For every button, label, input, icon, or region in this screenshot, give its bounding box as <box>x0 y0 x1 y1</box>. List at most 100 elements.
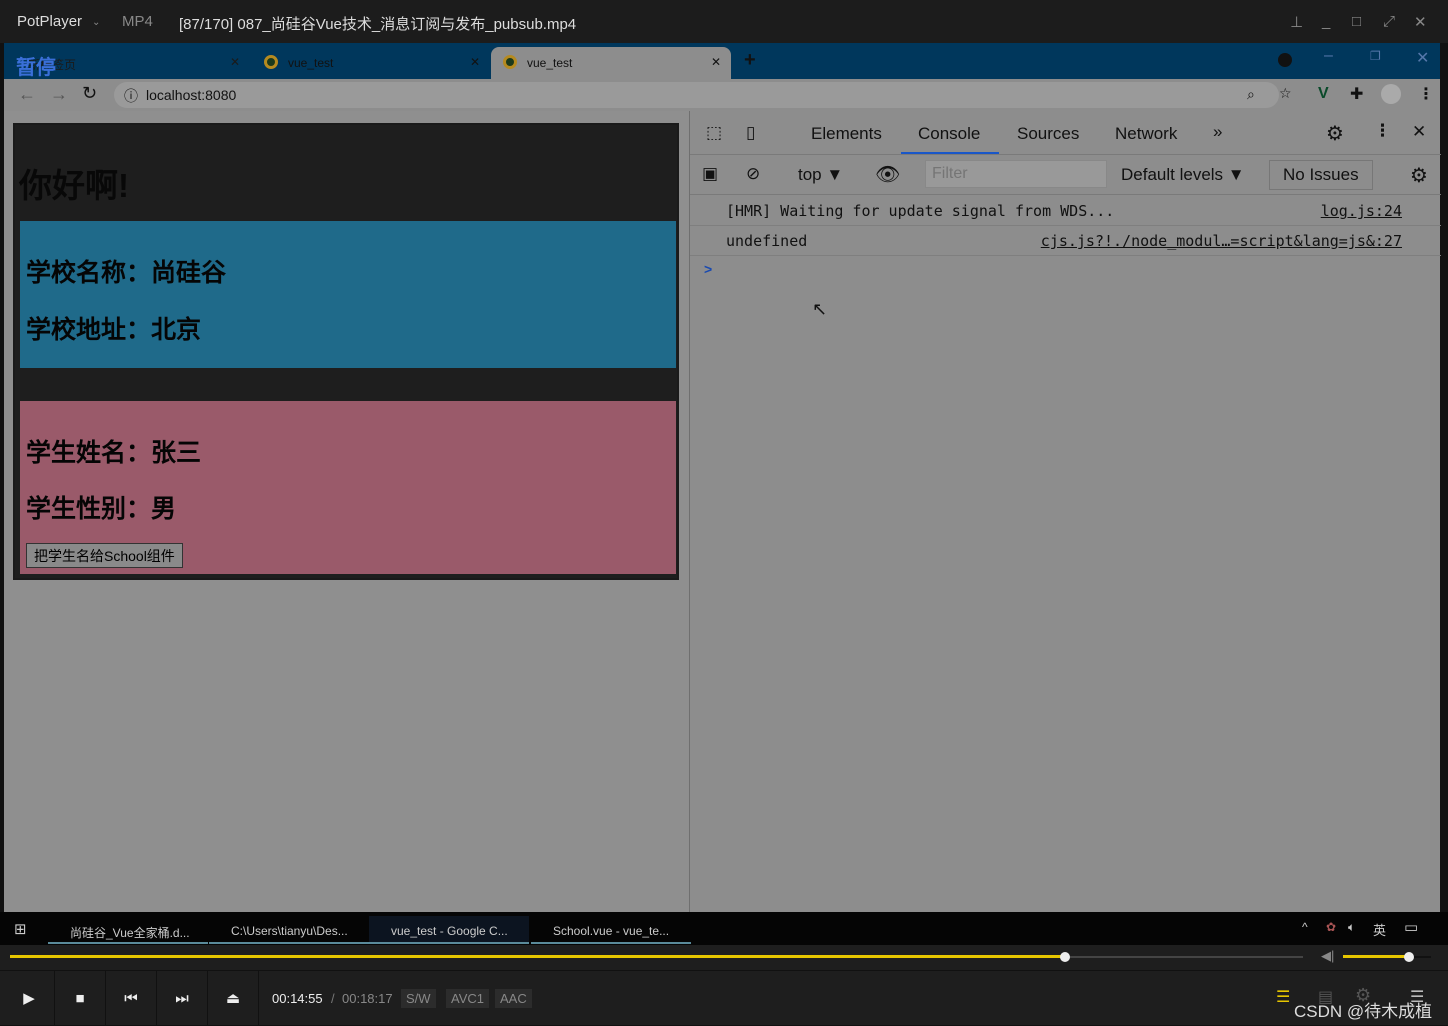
close-devtools-icon[interactable]: ✕ <box>1412 122 1426 142</box>
taskbar-label: vue_test - Google C... <box>391 924 508 938</box>
student-name: 学生姓名：张三 <box>26 439 202 467</box>
tab-vue-test-active[interactable]: vue_test ✕ <box>491 47 731 79</box>
console-prompt[interactable]: > <box>704 261 712 277</box>
notification-icon[interactable]: ▭ <box>1404 918 1418 936</box>
url-input[interactable]: ⓘ localhost:8080 ⌕ ☆ <box>114 82 1292 108</box>
student-gender: 学生性别：男 <box>26 495 177 523</box>
taskbar-item-vscode[interactable]: School.vue - vue_te... <box>531 916 691 944</box>
close-icon[interactable]: ✕ <box>470 55 480 69</box>
volume-tray-icon[interactable]: 🔈︎ <box>1348 920 1355 935</box>
console-log-row: undefined cjs.js?!./node_modul…=script&l… <box>690 226 1441 256</box>
seek-handle[interactable] <box>1060 952 1071 962</box>
tab-console[interactable]: Console <box>918 124 980 144</box>
page-heading: 你好啊! <box>19 167 129 204</box>
watermark: CSDN @待木成植 <box>1294 1002 1433 1021</box>
restore-icon[interactable]: ❐ <box>1370 49 1381 63</box>
sidebar-toggle-icon[interactable]: ▣ <box>702 164 718 184</box>
taskbar-item-word[interactable]: 尚硅谷_Vue全家桶.d... <box>48 916 208 944</box>
taskbar-item-chrome[interactable]: vue_test - Google C... <box>369 916 529 944</box>
send-student-name-button[interactable]: 把学生名给School组件 <box>26 543 183 568</box>
maximize-icon[interactable]: □ <box>1352 13 1361 30</box>
log-source-link[interactable]: cjs.js?!./node_modul…=script&lang=js&:27 <box>1041 232 1402 250</box>
taskbar-label: C:\Users\tianyu\Des... <box>231 924 348 938</box>
context-value: top <box>798 165 822 184</box>
current-time: 00:14:55 <box>272 991 323 1006</box>
volume-icon[interactable]: ◀| <box>1321 948 1334 964</box>
console-settings-icon[interactable]: ⚙ <box>1410 163 1428 188</box>
volume-handle[interactable] <box>1404 952 1414 962</box>
player-app-menu[interactable]: PotPlayer <box>17 13 82 30</box>
console-toolbar: ▣ ⊘ top ▼ 👁 Default levels ▼ No Issues ⚙ <box>690 155 1441 195</box>
context-select[interactable]: top ▼ <box>798 165 843 185</box>
tray-chevron-icon[interactable]: ^ <box>1302 920 1308 934</box>
device-toggle-icon[interactable]: ▯ <box>746 123 755 143</box>
info-icon[interactable]: ⓘ <box>124 86 138 106</box>
tab-network[interactable]: Network <box>1115 124 1177 144</box>
next-button[interactable]: ⏭ <box>157 971 208 1026</box>
vue-app: 你好啊! 学校名称：尚硅谷 学校地址：北京 学生姓名：张三 学生性别：男 把学生… <box>13 123 679 580</box>
devtools-toolbar: ⬚ ▯ Elements Console Sources Network » ⚙… <box>690 111 1441 155</box>
school-name: 学校名称：尚硅谷 <box>26 259 227 287</box>
devtools-panel: ⬚ ▯ Elements Console Sources Network » ⚙… <box>689 111 1441 912</box>
windows-taskbar: ⊞ 尚硅谷_Vue全家桶.d... C:\Users\tianyu\Des...… <box>0 912 1448 945</box>
log-source-link[interactable]: log.js:24 <box>1321 202 1402 220</box>
taskbar-label: School.vue - vue_te... <box>553 924 670 938</box>
filter-input[interactable] <box>925 160 1107 188</box>
settings-icon[interactable]: ⚙ <box>1326 121 1344 146</box>
ime-indicator[interactable]: 英 <box>1373 920 1386 939</box>
school-address: 学校地址：北京 <box>26 316 202 344</box>
school-component: 学校名称：尚硅谷 学校地址：北京 <box>20 221 676 368</box>
more-tabs-icon[interactable]: » <box>1213 122 1222 142</box>
fullscreen-icon[interactable]: ⤢ <box>1383 13 1395 30</box>
new-tab-button[interactable]: + <box>744 49 756 72</box>
close-icon[interactable]: ✕ <box>1414 13 1427 31</box>
tab-vue-test[interactable]: vue_test ✕ <box>252 47 490 79</box>
extensions-icon[interactable]: ✚ <box>1350 84 1363 104</box>
clear-console-icon[interactable]: ⊘ <box>746 164 760 184</box>
star-icon[interactable]: ☆ <box>1279 85 1292 102</box>
more-options-icon[interactable]: ⋮ <box>1374 121 1391 141</box>
zoom-icon[interactable]: ⌕ <box>1247 86 1255 103</box>
close-icon[interactable]: ✕ <box>711 55 721 69</box>
playlist-search-icon[interactable]: ☰ <box>1276 987 1290 1007</box>
play-button[interactable]: ▶ <box>4 971 55 1026</box>
windows-start-icon[interactable]: ⊞ <box>14 920 27 938</box>
tray-app-icon[interactable]: ✿ <box>1326 920 1336 934</box>
pin-icon[interactable]: ⊥ <box>1290 13 1303 31</box>
previous-button[interactable]: ⏮ <box>106 971 157 1026</box>
avatar[interactable] <box>1381 84 1401 104</box>
seek-bar[interactable]: ◀| <box>0 945 1448 970</box>
tab-elements[interactable]: Elements <box>811 124 882 144</box>
tab-label: vue_test <box>527 56 573 70</box>
tab-sources[interactable]: Sources <box>1017 124 1079 144</box>
back-icon[interactable]: ← <box>18 84 36 105</box>
reload-icon[interactable]: ↻ <box>82 83 97 104</box>
active-tab-indicator <box>901 152 999 154</box>
issues-button[interactable]: No Issues <box>1269 160 1373 190</box>
minimize-icon[interactable]: _ <box>1322 13 1330 30</box>
vue-devtools-icon[interactable]: V <box>1318 85 1329 103</box>
close-icon[interactable]: ✕ <box>1416 48 1429 68</box>
format-label: MP4 <box>122 13 153 30</box>
video-codec-badge[interactable]: AVC1 <box>446 989 489 1008</box>
vue-favicon-icon <box>264 55 278 69</box>
inspect-icon[interactable]: ⬚ <box>706 123 722 143</box>
address-bar: ← → ↻ ⓘ localhost:8080 ⌕ ☆ V ✚ ⋮ <box>4 79 1440 111</box>
log-message: [HMR] Waiting for update signal from WDS… <box>726 202 1115 220</box>
levels-dropdown[interactable]: Default levels ▼ <box>1121 165 1245 185</box>
volume-level <box>1343 955 1409 958</box>
chevron-down-icon[interactable]: ⌄ <box>92 17 100 28</box>
minimize-icon[interactable]: – <box>1324 47 1333 65</box>
stop-button[interactable]: ■ <box>55 971 106 1026</box>
mouse-cursor-icon: ↖ <box>812 299 828 319</box>
decoder-badge[interactable]: S/W <box>401 989 436 1008</box>
taskbar-item-explorer[interactable]: C:\Users\tianyu\Des... <box>209 916 369 944</box>
record-icon[interactable] <box>1278 53 1292 67</box>
close-icon[interactable]: ✕ <box>230 55 240 69</box>
menu-icon[interactable]: ⋮ <box>1418 84 1434 104</box>
forward-icon[interactable]: → <box>50 84 68 105</box>
eye-icon[interactable]: 👁 <box>875 162 900 187</box>
audio-codec-badge[interactable]: AAC <box>495 989 532 1008</box>
tab-label: vue_test <box>288 56 334 70</box>
eject-button[interactable]: ⏏ <box>208 971 259 1026</box>
